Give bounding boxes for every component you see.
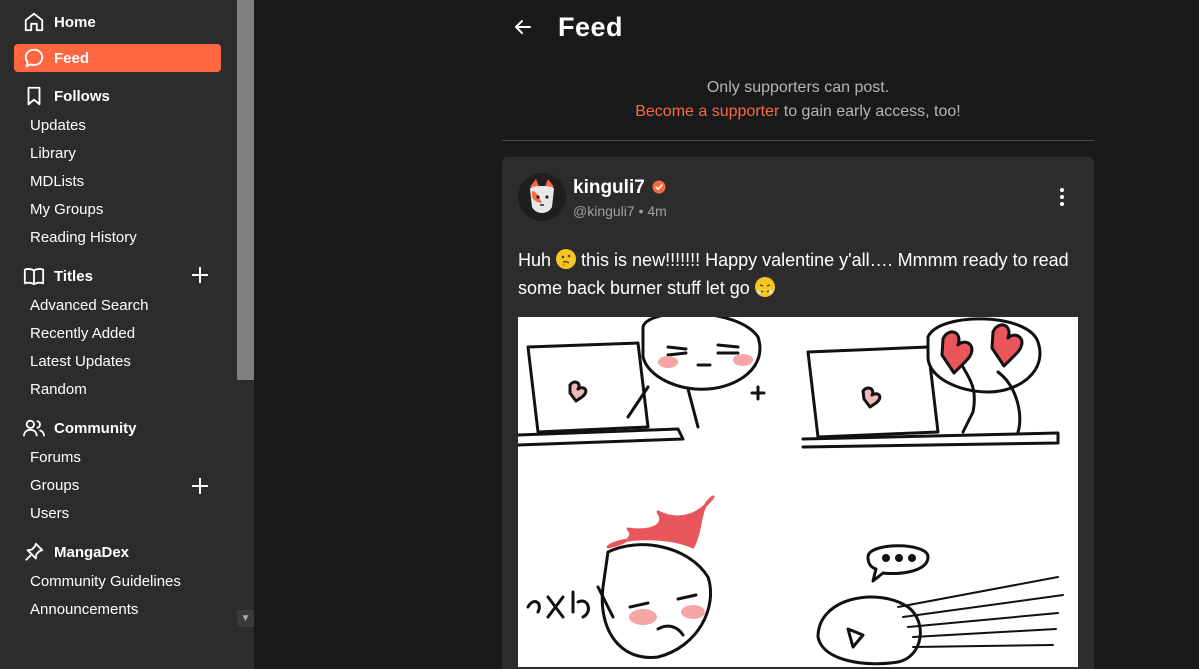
become-supporter-link[interactable]: Become a supporter [635, 103, 779, 120]
sidebar-item-recently-added[interactable]: Recently Added [30, 324, 135, 344]
post-card: kinguli7 @kinguli7 • 4m Huh this is new!… [502, 157, 1094, 669]
pin-icon [22, 540, 46, 564]
thinking-face-icon [556, 249, 577, 269]
back-arrow-icon[interactable] [510, 14, 536, 40]
sidebar-item-announcements[interactable]: Announcements [30, 600, 138, 620]
more-options-icon[interactable] [1050, 185, 1074, 209]
sidebar-item-my-groups[interactable]: My Groups [30, 200, 103, 220]
face-with-steam-icon [754, 277, 775, 297]
post-text-part: Huh [518, 250, 557, 270]
post-text: Huh this is new!!!!!!! Happy valentine y… [518, 246, 1078, 302]
sidebar-section-title: MangaDex [54, 543, 130, 561]
chat-bubble-icon [22, 46, 46, 70]
sidebar-section-titles[interactable]: Titles [14, 262, 221, 290]
add-icon[interactable] [189, 264, 211, 286]
sidebar-section-title: Community [54, 419, 137, 437]
sidebar-item-updates[interactable]: Updates [30, 116, 86, 136]
post-image[interactable] [518, 317, 1078, 667]
divider [502, 140, 1094, 141]
post-meta: @kinguli7 • 4m [573, 203, 667, 219]
post-text-part: this is new!!!!!!! Happy valentine y'all… [518, 250, 1069, 298]
sidebar-item-groups[interactable]: Groups [30, 476, 79, 496]
sidebar-item-random[interactable]: Random [30, 380, 87, 400]
sidebar-section-mangadex[interactable]: MangaDex [14, 538, 221, 566]
verified-badge-icon [652, 180, 666, 194]
bookmark-icon [22, 84, 46, 108]
sidebar-section-follows[interactable]: Follows [14, 82, 221, 110]
page-title: Feed [558, 12, 624, 42]
add-icon[interactable] [189, 475, 211, 497]
sidebar: Home Feed Follows Updates Library MDList… [0, 0, 237, 669]
sidebar-item-feed[interactable]: Feed [14, 44, 221, 72]
sidebar-item-label: Home [54, 13, 96, 31]
sidebar-section-title: Follows [54, 87, 110, 105]
sidebar-item-users[interactable]: Users [30, 504, 69, 524]
sidebar-section-title: Titles [54, 267, 93, 285]
supporter-cta-text: to gain early access, too! [779, 103, 961, 120]
sidebar-item-latest-updates[interactable]: Latest Updates [30, 352, 131, 372]
post-username[interactable]: kinguli7 [573, 177, 645, 199]
home-icon [22, 10, 46, 34]
supporter-notice: Only supporters can post. [706, 79, 890, 96]
supporter-cta: Become a supporter to gain early access,… [502, 103, 1094, 121]
sidebar-item-community-guidelines[interactable]: Community Guidelines [30, 572, 181, 592]
post-time: 4m [647, 203, 667, 219]
chevron-down-icon[interactable]: ▼ [237, 610, 254, 627]
avatar[interactable] [518, 173, 566, 221]
sidebar-item-forums[interactable]: Forums [30, 448, 81, 468]
sidebar-section-community[interactable]: Community [14, 414, 221, 442]
users-icon [22, 416, 46, 440]
sidebar-item-advanced-search[interactable]: Advanced Search [30, 296, 148, 316]
sidebar-item-library[interactable]: Library [30, 144, 76, 164]
post-handle[interactable]: @kinguli7 [573, 203, 635, 219]
scrollbar-thumb[interactable] [237, 0, 254, 380]
book-open-icon [22, 264, 46, 288]
sidebar-item-reading-history[interactable]: Reading History [30, 228, 137, 248]
sidebar-item-mdlists[interactable]: MDLists [30, 172, 84, 192]
sidebar-item-label: Feed [54, 49, 90, 67]
sidebar-item-home[interactable]: Home [14, 8, 221, 36]
sidebar-scrollbar[interactable]: ▼ [237, 0, 254, 669]
app-root: Home Feed Follows Updates Library MDList… [0, 0, 1199, 669]
